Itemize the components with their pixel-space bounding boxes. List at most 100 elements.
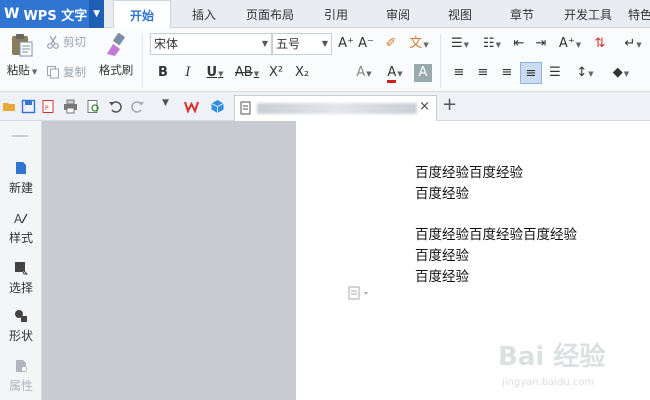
redo-icon[interactable]	[130, 99, 145, 114]
close-icon[interactable]: ×	[419, 99, 430, 114]
align-center-icon[interactable]: ≡	[474, 62, 492, 84]
tab-view[interactable]: 视图	[436, 0, 484, 28]
export-pdf-icon[interactable]: P	[41, 99, 56, 114]
wps-red-logo-icon[interactable]	[184, 99, 199, 114]
justify-icon[interactable]: ≡	[520, 62, 542, 84]
sort-icon[interactable]: ⇅	[590, 33, 610, 55]
style-icon: A	[14, 212, 28, 225]
decrease-indent-icon[interactable]: ⇤	[510, 33, 528, 55]
add-tab-icon[interactable]: +	[442, 94, 457, 115]
bold-icon[interactable]: B	[155, 62, 171, 84]
save-icon[interactable]	[21, 99, 36, 114]
svg-text:P: P	[45, 105, 49, 112]
pane-item-label: 新建	[8, 181, 33, 195]
chevron-down-icon[interactable]: ▼	[262, 34, 268, 54]
document-icon	[240, 101, 251, 115]
pane-grip[interactable]	[12, 135, 28, 137]
font-name-combo[interactable]: 宋体 ▼	[150, 33, 272, 55]
format-painter-label: 格式刷	[98, 63, 134, 77]
italic-icon[interactable]: I	[180, 62, 196, 84]
app-name: WPS 文字	[23, 8, 88, 24]
grow-font-icon[interactable]: A⁺	[337, 33, 355, 55]
cut-button[interactable]: 剪切	[46, 34, 86, 50]
phonetic-guide-icon[interactable]: 文▼	[406, 33, 432, 55]
clear-format-icon[interactable]: ✐	[381, 33, 401, 55]
shrink-font-icon[interactable]: A⁻	[357, 33, 375, 55]
chevron-down-icon[interactable]: ▼	[162, 98, 177, 113]
document-line[interactable]: 百度经验	[415, 265, 469, 285]
document-line[interactable]: 百度经验	[415, 244, 469, 264]
chevron-down-icon[interactable]: ▼	[322, 34, 328, 54]
font-color-icon[interactable]: A▼	[381, 62, 409, 84]
ribbon: 粘贴 ▼ 剪切 复制 格式刷 宋体 ▼ 五号 ▼ A⁺ A⁻ ✐ 文▼ B I …	[0, 28, 650, 92]
pane-item-styles[interactable]: A 样式	[0, 211, 42, 246]
char-shading-icon[interactable]: A	[414, 64, 432, 82]
tab-page-layout[interactable]: 页面布局	[236, 0, 304, 28]
line-spacing-icon[interactable]: ↕▼	[570, 62, 600, 84]
document-tab[interactable]: ×	[234, 95, 437, 121]
watermark-sub: jingyan.baidu.com	[502, 377, 595, 388]
document-line[interactable]: 百度经验	[415, 182, 469, 202]
tab-section[interactable]: 章节	[498, 0, 546, 28]
copy-button[interactable]: 复制	[46, 64, 86, 80]
increase-indent-icon[interactable]: ⇥	[532, 33, 550, 55]
pane-item-label: 形状	[8, 329, 33, 343]
title-bar: W WPS 文字 ▼ 开始 插入 页面布局 引用 审阅 视图 章节 开发工具 特…	[0, 0, 650, 29]
shapes-icon	[15, 310, 27, 322]
clipboard-icon	[12, 34, 33, 57]
document-line[interactable]: 百度经验百度经验	[415, 161, 523, 181]
ribbon-divider	[440, 34, 441, 88]
open-folder-icon[interactable]	[2, 99, 17, 114]
cloud-cube-icon[interactable]	[210, 99, 225, 114]
align-left-icon[interactable]: ≡	[450, 62, 468, 84]
print-icon[interactable]	[63, 99, 78, 114]
brush-icon	[107, 33, 125, 56]
paragraph-mark-icon[interactable]: ↵▼	[618, 33, 648, 55]
task-pane: 新建 A 样式 选择 形状 属性	[0, 121, 42, 400]
tab-review[interactable]: 审阅	[374, 0, 422, 28]
underline-icon[interactable]: U▼	[202, 62, 228, 84]
copy-label: 复制	[63, 65, 86, 79]
shading-fill-icon[interactable]: ◆▼	[606, 62, 636, 84]
pane-item-shapes[interactable]: 形状	[0, 309, 42, 344]
highlight-icon[interactable]: A▼	[350, 62, 378, 84]
select-cursor-icon	[15, 262, 28, 275]
paste-button[interactable]: 粘贴 ▼	[3, 32, 41, 78]
tab-insert[interactable]: 插入	[180, 0, 228, 28]
paste-options-icon[interactable]	[348, 286, 372, 300]
ribbon-divider	[142, 34, 143, 88]
pane-item-label: 选择	[8, 281, 33, 295]
superscript-icon[interactable]: X²	[265, 62, 287, 84]
numbered-list-icon[interactable]: ☷▼	[478, 33, 506, 55]
bullet-list-icon[interactable]: ☰▼	[446, 33, 474, 55]
strikethrough-icon[interactable]: AB▼	[232, 62, 262, 84]
pane-item-select[interactable]: 选择	[0, 261, 42, 296]
align-right-icon[interactable]: ≡	[498, 62, 516, 84]
cut-label: 剪切	[63, 35, 86, 49]
document-line[interactable]: 百度经验百度经验百度经验	[415, 223, 577, 243]
print-preview-icon[interactable]	[86, 99, 101, 114]
canvas-background	[42, 121, 296, 400]
wps-logo: W	[4, 6, 20, 22]
document-tab-title	[257, 103, 417, 114]
undo-icon[interactable]	[108, 99, 123, 114]
tab-references[interactable]: 引用	[312, 0, 360, 28]
baidu-watermark-logo: Bai 经验 jingyan.baidu.com	[498, 336, 648, 398]
tab-developer[interactable]: 开发工具	[558, 0, 618, 28]
svg-text:A: A	[14, 212, 23, 225]
tab-home[interactable]: 开始	[113, 0, 171, 29]
pane-item-new[interactable]: 新建	[0, 161, 42, 196]
format-painter-button[interactable]: 格式刷	[96, 32, 136, 78]
copy-icon	[47, 66, 59, 79]
tab-features[interactable]: 特色	[628, 0, 650, 28]
pane-item-label: 样式	[8, 231, 33, 245]
change-case-icon[interactable]: A⁺▼	[556, 33, 584, 55]
subscript-icon[interactable]: X₂	[291, 62, 313, 84]
font-size-combo[interactable]: 五号 ▼	[272, 33, 332, 55]
new-document-icon	[16, 162, 26, 174]
app-menu-button[interactable]: W WPS 文字 ▼	[0, 0, 104, 28]
chevron-down-icon[interactable]: ▼	[89, 0, 104, 28]
pane-item-properties[interactable]: 属性	[0, 359, 42, 394]
distributed-align-icon[interactable]: ☰	[546, 62, 564, 84]
properties-icon	[16, 360, 27, 372]
